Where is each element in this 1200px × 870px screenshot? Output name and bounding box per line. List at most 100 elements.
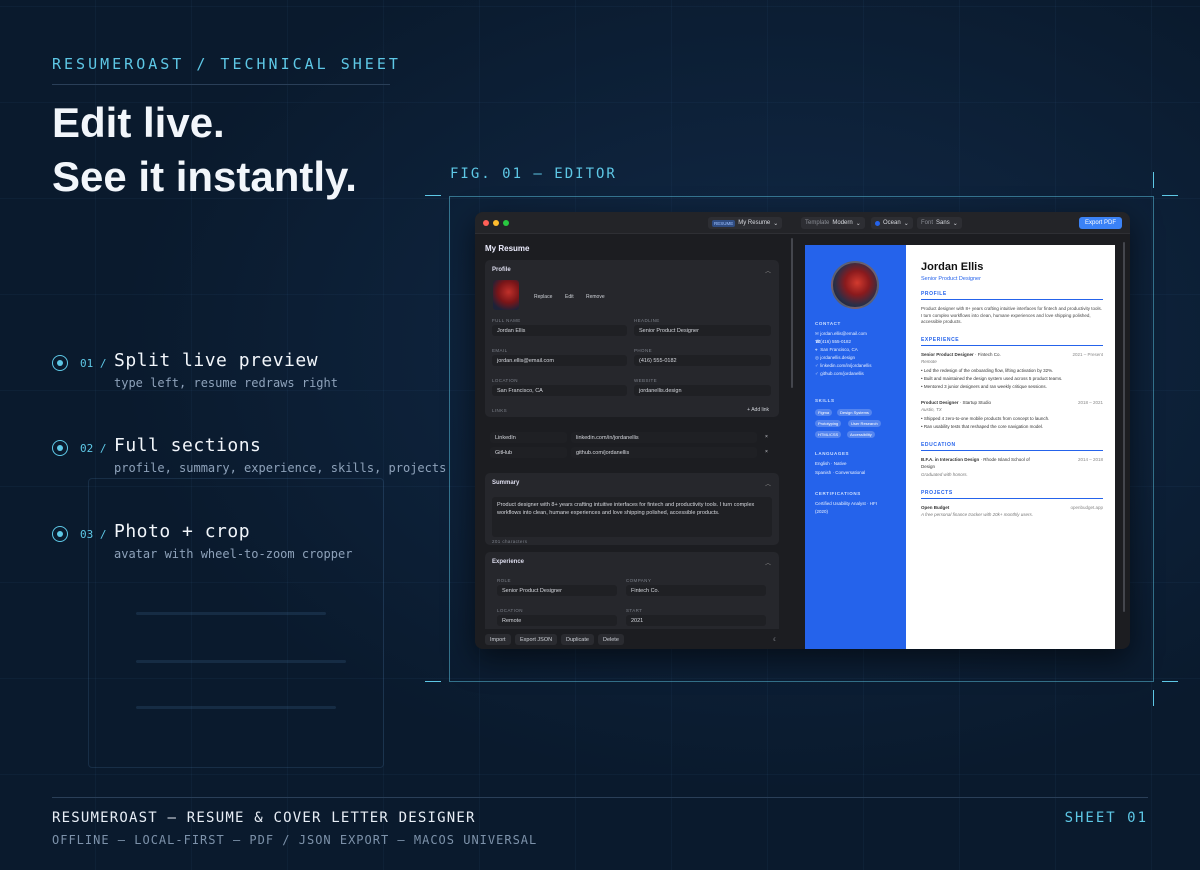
chevron-up-icon[interactable]: ︿ xyxy=(765,558,771,567)
contact-location: ⌖ San Francisco, CA xyxy=(815,347,858,352)
skill-tag: Design Systems xyxy=(837,409,872,416)
job-bullet: • Led the redesign of the onboarding flo… xyxy=(921,368,1054,373)
start-field[interactable]: 2021 xyxy=(626,615,766,626)
chevron-down-icon: ⌄ xyxy=(952,220,958,227)
skill-tag: Figma xyxy=(815,409,833,416)
feature-subtitle: profile, summary, experience, skills, pr… xyxy=(114,461,447,475)
feature-title: Split live preview xyxy=(114,350,319,371)
add-link-button[interactable]: + Add link xyxy=(747,407,769,413)
feature-bullet-icon xyxy=(52,440,68,456)
font-selector[interactable]: Font Sans ⌄ xyxy=(917,217,962,229)
globe-icon: ◎ xyxy=(815,355,819,360)
close-window-button[interactable] xyxy=(483,220,489,226)
email-field[interactable]: jordan.ellis@email.com xyxy=(492,355,627,366)
remove-link-icon[interactable]: × xyxy=(765,434,768,440)
link-name-field[interactable]: LinkedIn xyxy=(490,432,567,443)
role-label: ROLE xyxy=(497,578,511,583)
exp-location-field[interactable]: Remote xyxy=(497,615,617,626)
summary-textarea[interactable]: Product designer with 8+ years crafting … xyxy=(492,497,772,537)
skills-heading: SKILLS xyxy=(815,398,835,403)
website-field[interactable]: jordanellis.design xyxy=(634,385,771,396)
language-item: English · Native xyxy=(815,461,847,466)
chevron-up-icon[interactable]: ︿ xyxy=(765,479,771,488)
chevron-up-icon[interactable]: ︿ xyxy=(765,266,771,275)
profile-section-heading: PROFILE xyxy=(921,291,1103,300)
export-pdf-button[interactable]: Export PDF xyxy=(1078,217,1122,229)
theme-toggle-icon[interactable]: ☾ xyxy=(773,637,777,643)
resume-photo xyxy=(831,261,879,309)
ghost-line xyxy=(136,612,326,615)
experience-heading: Experience xyxy=(492,559,525,565)
remove-photo-button[interactable]: Remove xyxy=(586,294,605,300)
figure-label: FIG. 01 — EDITOR xyxy=(450,166,617,182)
kicker-divider xyxy=(52,84,390,85)
remove-link-icon[interactable]: × xyxy=(765,449,768,455)
languages-heading: LANGUAGES xyxy=(815,451,850,456)
import-button[interactable]: Import xyxy=(485,634,511,645)
document-name: My Resume xyxy=(738,220,771,226)
delete-button[interactable]: Delete xyxy=(598,634,624,645)
frame-tick xyxy=(425,195,441,196)
frame-tick xyxy=(425,681,441,682)
feature-bullet-icon xyxy=(52,355,68,371)
job-title: Product Designer · Startup Studio xyxy=(921,400,992,405)
mail-icon: ✉ xyxy=(815,331,819,336)
zoom-window-button[interactable] xyxy=(503,220,509,226)
editor-scrollbar[interactable] xyxy=(791,238,793,388)
project-url: openbudget.app xyxy=(1070,505,1103,510)
contact-website: ◎ jordanellis.design xyxy=(815,355,856,360)
company-field[interactable]: Fintech Co. xyxy=(626,585,766,596)
summary-heading: Summary xyxy=(492,480,520,486)
exp-location-label: LOCATION xyxy=(497,608,523,613)
resume-role: Senior Product Designer xyxy=(921,276,981,282)
role-field[interactable]: Senior Product Designer xyxy=(497,585,617,596)
headline-field[interactable]: Senior Product Designer xyxy=(634,325,771,336)
template-label: Template xyxy=(805,220,830,226)
phone-icon: ☎ xyxy=(815,339,821,344)
avatar[interactable] xyxy=(493,280,519,310)
document-selector[interactable]: RESUME My Resume ⌄ xyxy=(708,217,783,229)
frame-tick xyxy=(1162,195,1178,196)
project-desc: A free personal finance tracker with 20k… xyxy=(921,512,1034,517)
duplicate-button[interactable]: Duplicate xyxy=(561,634,594,645)
contact-email: ✉ jordan.ellis@email.com xyxy=(815,331,867,336)
full-name-field[interactable]: Jordan Ellis xyxy=(492,325,627,336)
font-label: Font xyxy=(921,220,934,226)
replace-photo-button[interactable]: Replace xyxy=(534,294,552,300)
preview-scrollbar[interactable] xyxy=(1123,242,1125,612)
location-icon: ⌖ xyxy=(815,347,818,352)
skill-tag: Prototyping xyxy=(815,420,842,427)
color-selector[interactable]: Ocean ⌄ xyxy=(871,217,913,229)
frame-tick xyxy=(1153,172,1154,188)
education-dates: 2014 – 2018 xyxy=(1077,457,1103,462)
job-bullet: • Mentored 3 junior designers and ran we… xyxy=(921,384,1047,389)
skill-tag: User Research xyxy=(848,420,881,427)
contact-linkedin: ♂ linkedin.com/in/jordanellis xyxy=(815,363,872,368)
ghost-line xyxy=(136,660,346,663)
minimize-window-button[interactable] xyxy=(493,220,499,226)
job-bullet: • Built and maintained the design system… xyxy=(921,376,1063,381)
color-swatch-icon xyxy=(875,220,880,226)
location-label: LOCATION xyxy=(492,378,518,383)
template-selector[interactable]: Template Modern ⌄ xyxy=(801,217,865,229)
location-field[interactable]: San Francisco, CA xyxy=(492,385,627,396)
profile-heading: Profile xyxy=(492,267,511,273)
footer-subtitle: OFFLINE — LOCAL-FIRST — PDF / JSON EXPOR… xyxy=(52,833,538,847)
link-name-field[interactable]: GitHub xyxy=(490,447,567,458)
link-url-field[interactable]: github.com/jordanellis xyxy=(571,447,757,458)
feature-number: 03 / xyxy=(80,528,107,541)
start-label: START xyxy=(626,608,643,613)
contact-phone: ☎ (416) 555-0182 xyxy=(815,339,852,344)
phone-field[interactable]: (416) 555-0182 xyxy=(634,355,771,366)
export-json-button[interactable]: Export JSON xyxy=(515,634,558,645)
experience-section-heading: EXPERIENCE xyxy=(921,337,1103,346)
resume-preview: CONTACT ✉ jordan.ellis@email.com ☎ (416)… xyxy=(805,245,1115,649)
feature-bullet-icon xyxy=(52,526,68,542)
job-bullet: • Ran usability tests that reshaped the … xyxy=(921,424,1044,429)
color-value: Ocean xyxy=(883,220,901,226)
profile-text: Product designer with 8+ years crafting … xyxy=(921,306,1102,324)
skill-tag: HTML/CSS xyxy=(815,431,842,438)
edit-photo-button[interactable]: Edit xyxy=(565,294,574,300)
resume-name: Jordan Ellis xyxy=(921,261,984,273)
link-url-field[interactable]: linkedin.com/in/jordanellis xyxy=(571,432,757,443)
